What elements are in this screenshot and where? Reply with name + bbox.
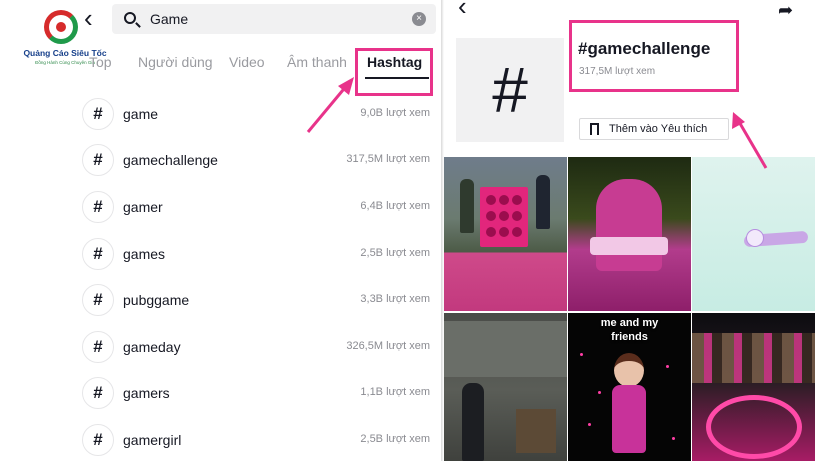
hashtag-name: gamergirl xyxy=(123,432,182,448)
sparkle xyxy=(672,437,675,440)
video-thumbnail[interactable] xyxy=(444,157,567,311)
person-figure xyxy=(536,175,550,229)
board-hole xyxy=(499,227,509,237)
hashtag-views: 2,5B lượt xem xyxy=(360,433,430,445)
search-results-panel: Quảng Cáo Siêu Tốc Đồng Hành Cùng Chuyên… xyxy=(0,0,441,461)
hashtag-views: 2,5B lượt xem xyxy=(360,247,430,259)
hashtag-name: game xyxy=(123,106,159,122)
hashtag-name: pubggame xyxy=(123,292,190,308)
hashtag-row[interactable]: # gameday 326,5M lượt xem xyxy=(0,331,441,365)
hashtag-title-highlight xyxy=(569,20,739,92)
avatar-body xyxy=(612,385,646,453)
hashtag-row[interactable]: # gamergirl 2,5B lượt xem xyxy=(0,424,441,458)
board-hole xyxy=(499,211,509,221)
tab-video[interactable]: Video xyxy=(229,54,265,70)
video-thumbnail[interactable]: me and my friends xyxy=(568,313,691,461)
tab-top[interactable]: Top xyxy=(89,54,112,70)
board-hole xyxy=(499,195,509,205)
back-icon[interactable]: ‹ xyxy=(458,0,467,19)
tab-users[interactable]: Người dùng xyxy=(138,54,213,70)
hashtag-name: gamers xyxy=(123,385,170,401)
hashtag-icon: # xyxy=(82,331,114,363)
hashtag-icon: # xyxy=(82,284,114,316)
wooden-crate xyxy=(516,409,556,453)
board-hole xyxy=(486,227,496,237)
share-icon[interactable]: ➦ xyxy=(778,0,793,21)
board-hole xyxy=(486,211,496,221)
search-bar[interactable]: Game × xyxy=(112,4,436,34)
crowd xyxy=(692,333,815,383)
avatar-head xyxy=(614,353,644,387)
logo-mark-icon xyxy=(44,10,78,44)
video-thumbnail[interactable] xyxy=(444,313,567,461)
game-ball xyxy=(746,229,764,247)
hashtag-views: 326,5M lượt xem xyxy=(346,340,430,352)
building-wall xyxy=(444,321,567,377)
game-board xyxy=(480,187,528,247)
hashtag-icon: # xyxy=(82,238,114,270)
hashtag-icon: # xyxy=(82,98,114,130)
video-grid: me and my friends xyxy=(444,157,830,461)
video-thumbnail[interactable] xyxy=(692,313,815,461)
hashtag-views: 3,3B lượt xem xyxy=(360,293,430,305)
clear-icon[interactable]: × xyxy=(412,12,426,26)
hashtag-views: 6,4B lượt xem xyxy=(360,200,430,212)
hashtag-row[interactable]: # pubggame 3,3B lượt xem xyxy=(0,284,441,318)
hashtag-name: games xyxy=(123,246,166,262)
person-figure xyxy=(460,179,474,233)
bookmark-icon xyxy=(590,123,599,135)
search-icon xyxy=(124,12,136,24)
video-thumbnail[interactable] xyxy=(692,157,815,311)
video-thumbnail[interactable] xyxy=(568,157,691,311)
add-to-favorites-label: Thêm vào Yêu thích xyxy=(609,123,708,135)
video-caption: me and my xyxy=(600,317,659,329)
chair-seat xyxy=(590,237,668,255)
board-hole xyxy=(512,195,522,205)
back-icon[interactable]: ‹ xyxy=(84,5,93,31)
tab-sounds[interactable]: Âm thanh xyxy=(287,54,347,70)
hashtag-cover-icon: # xyxy=(456,38,564,142)
person-figure xyxy=(462,383,484,461)
hashtag-row[interactable]: # games 2,5B lượt xem xyxy=(0,238,441,272)
hashtag-tab-highlight xyxy=(355,48,433,96)
hashtag-row[interactable]: # gamer 6,4B lượt xem xyxy=(0,191,441,225)
add-to-favorites-button[interactable]: Thêm vào Yêu thích xyxy=(579,118,729,140)
hashtag-icon: # xyxy=(82,191,114,223)
hashtag-row[interactable]: # game 9,0B lượt xem xyxy=(0,98,441,132)
hashtag-views: 1,1B lượt xem xyxy=(360,386,430,398)
hashtag-views: 9,0B lượt xem xyxy=(360,107,430,119)
hashtag-name: gameday xyxy=(123,339,181,355)
hashtag-icon: # xyxy=(82,377,114,409)
sparkle xyxy=(666,365,669,368)
sparkle xyxy=(598,391,601,394)
hashtag-icon: # xyxy=(82,144,114,176)
video-caption-line-2: friends xyxy=(611,331,648,343)
hashtag-views: 317,5M lượt xem xyxy=(346,153,430,165)
sparkle xyxy=(580,353,583,356)
hashtag-name: gamer xyxy=(123,199,163,215)
highlight-circle xyxy=(706,395,802,459)
search-input[interactable]: Game xyxy=(150,11,188,27)
sparkle xyxy=(588,423,591,426)
board-hole xyxy=(512,227,522,237)
board-hole xyxy=(486,195,496,205)
hashtag-detail-panel: ‹ ➦ # #gamechallenge 317,5M lượt xem Thê… xyxy=(444,0,830,461)
hashtag-icon: # xyxy=(82,424,114,456)
board-hole xyxy=(512,211,522,221)
hashtag-row[interactable]: # gamers 1,1B lượt xem xyxy=(0,377,441,411)
hashtag-name: gamechallenge xyxy=(123,152,218,168)
hashtag-row[interactable]: # gamechallenge 317,5M lượt xem xyxy=(0,144,441,178)
pink-chair xyxy=(596,179,662,271)
